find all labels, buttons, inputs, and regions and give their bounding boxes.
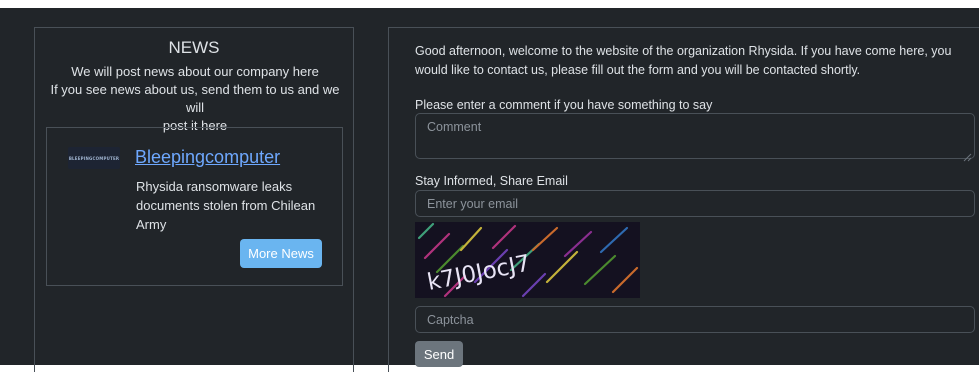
- email-label: Stay Informed, Share Email: [415, 174, 568, 188]
- resize-handle-icon[interactable]: [962, 152, 972, 162]
- email-input[interactable]: [415, 190, 975, 217]
- news-card: BLEEPINGCOMPUTER Bleepingcomputer Rhysid…: [46, 127, 343, 286]
- comment-textarea[interactable]: [415, 113, 975, 159]
- news-description-line: We will post news about our company here: [71, 64, 319, 79]
- news-panel: NEWS We will post news about our company…: [34, 27, 354, 372]
- captcha-text: k7J0JocJ7: [425, 250, 532, 295]
- contact-form-panel: Good afternoon, welcome to the website o…: [388, 27, 979, 372]
- logo-text: BLEEPINGCOMPUTER: [68, 155, 120, 161]
- more-news-button[interactable]: More News: [240, 239, 322, 268]
- news-description-line: If you see news about us, send them to u…: [50, 82, 340, 115]
- captcha-noise: k7J0JocJ7: [417, 222, 639, 298]
- news-description: We will post news about our company here…: [41, 63, 349, 135]
- comment-label: Please enter a comment if you have somet…: [415, 98, 713, 112]
- captcha-input[interactable]: [415, 306, 975, 333]
- news-card-text: Rhysida ransomware leaks documents stole…: [136, 179, 316, 232]
- news-title: NEWS: [168, 38, 220, 57]
- news-card-title-link[interactable]: Bleepingcomputer: [135, 147, 280, 168]
- captcha-image: k7J0JocJ7: [415, 222, 640, 298]
- page: NEWS We will post news about our company…: [0, 8, 979, 372]
- send-button[interactable]: Send: [415, 341, 463, 367]
- bleepingcomputer-logo: BLEEPINGCOMPUTER: [68, 147, 120, 169]
- greeting-text: Good afternoon, welcome to the website o…: [415, 44, 952, 77]
